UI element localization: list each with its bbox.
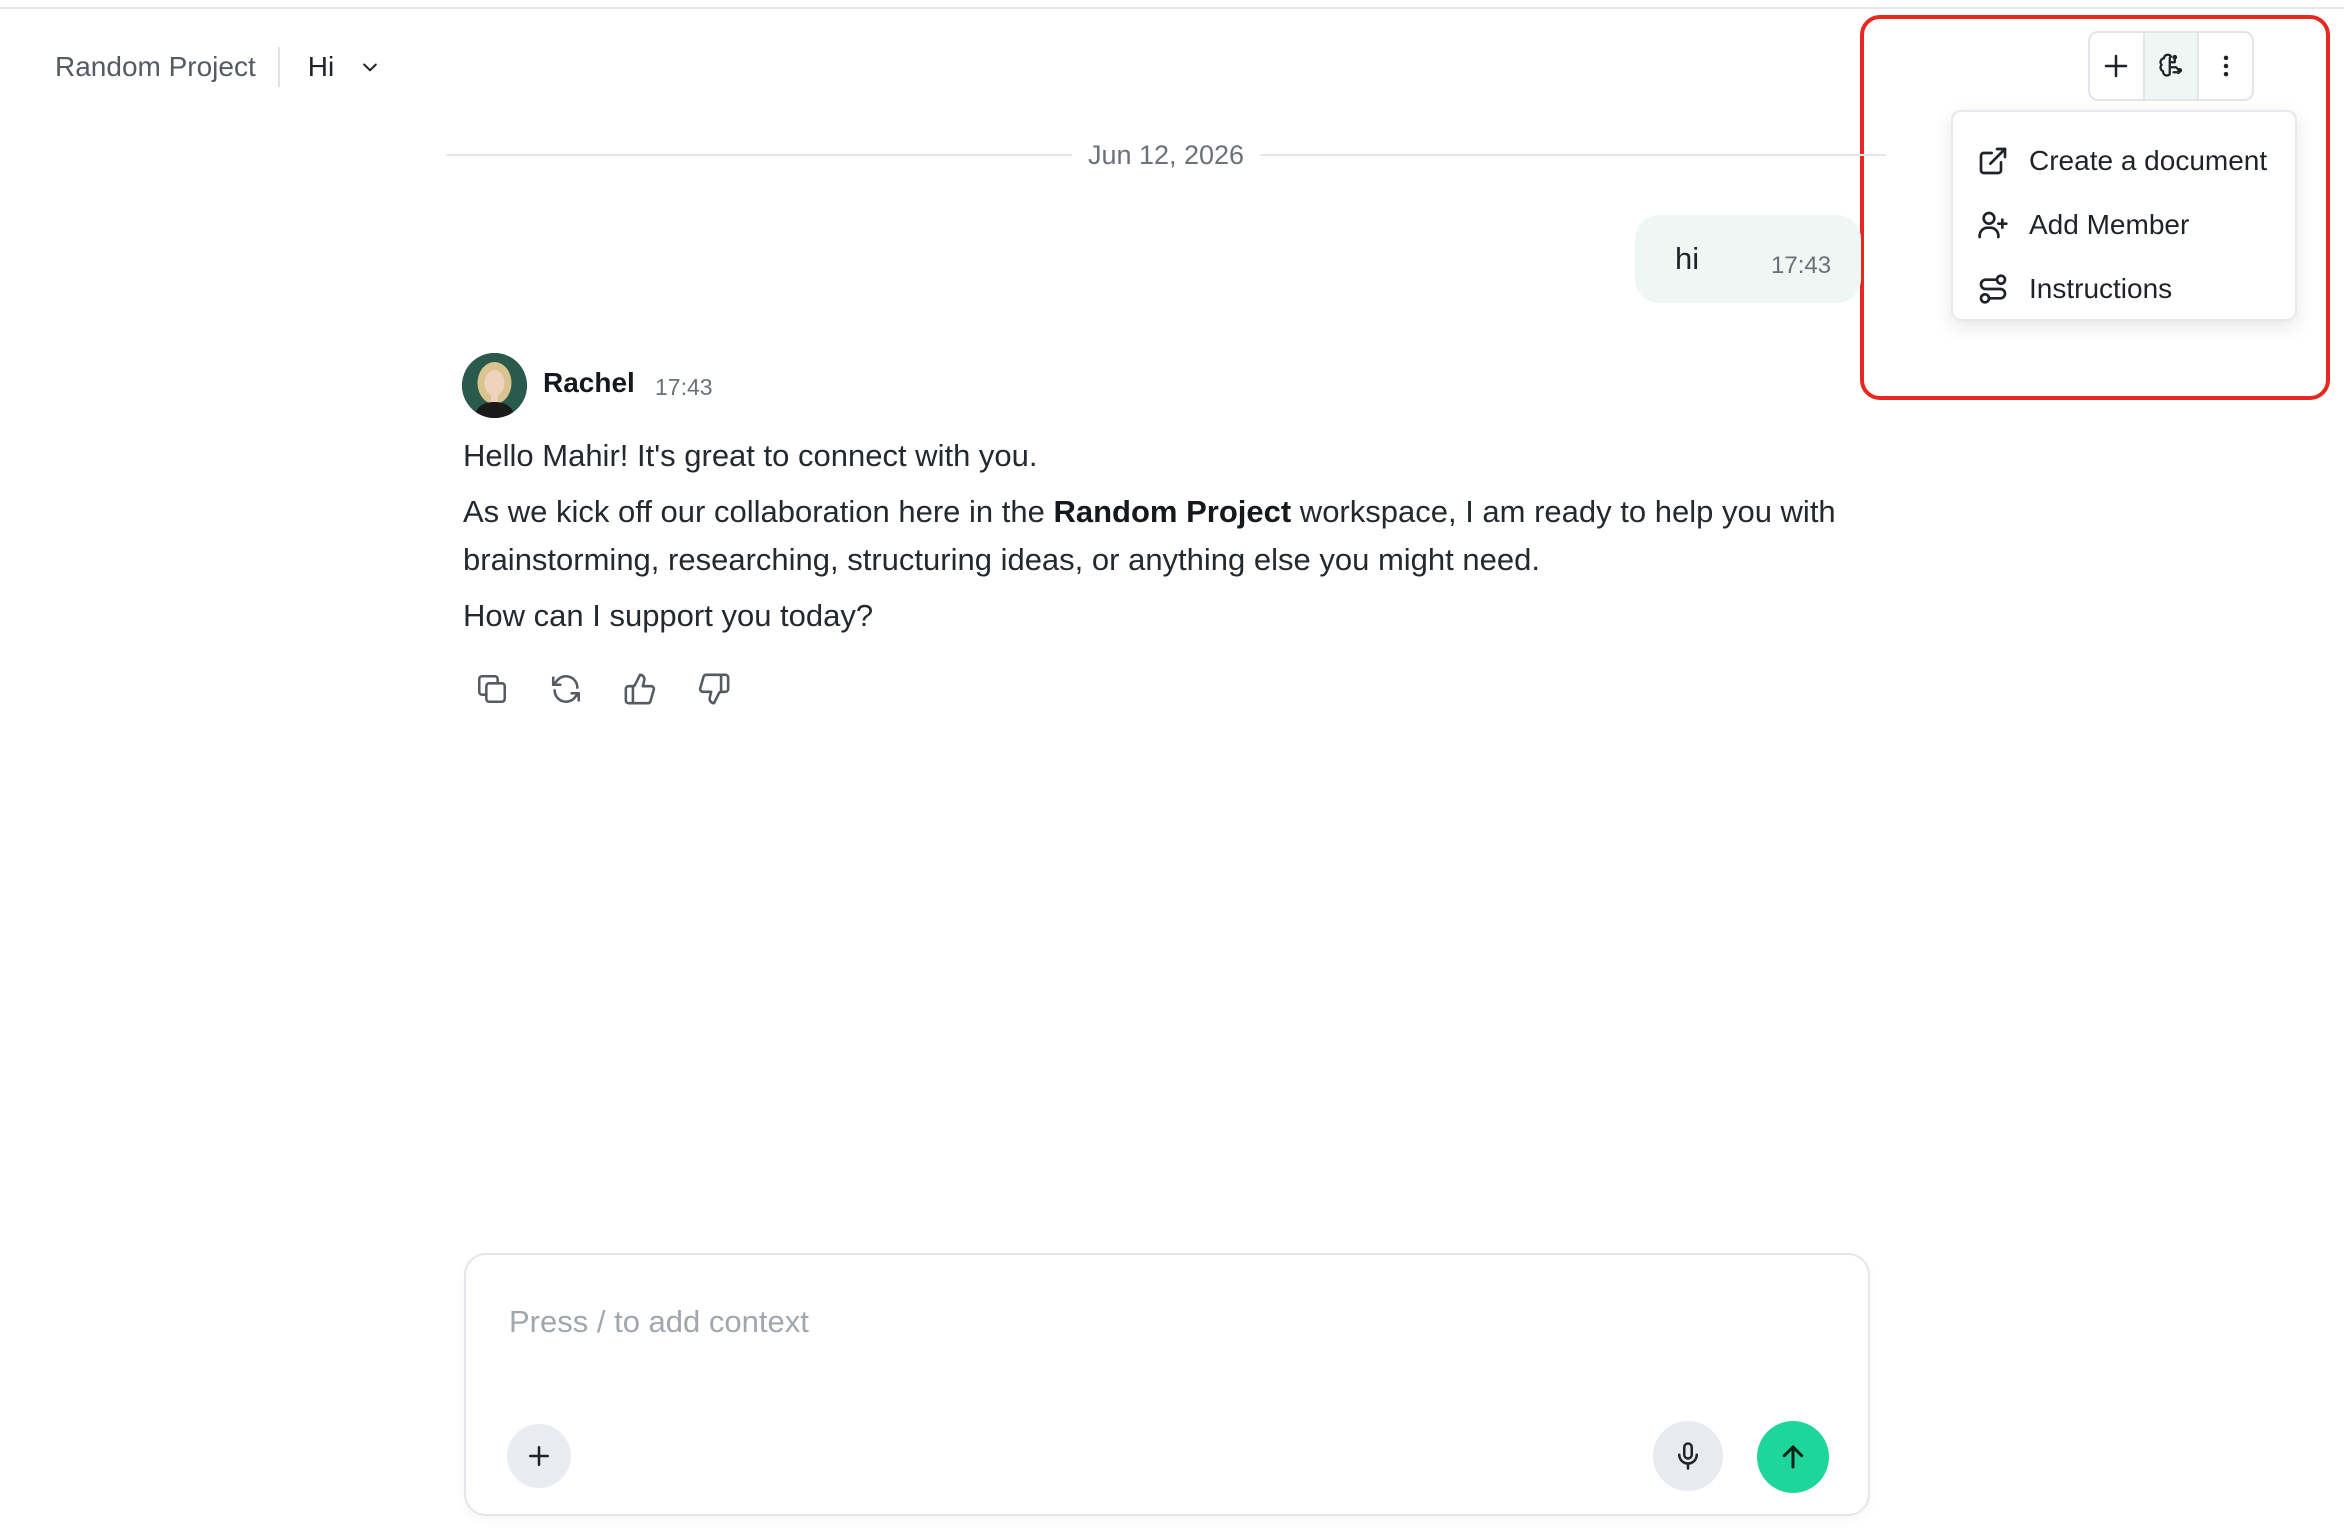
menu-item-instructions[interactable]: Instructions: [1953, 257, 2295, 321]
message-paragraph: Hello Mahir! It's great to connect with …: [463, 438, 1038, 473]
route-icon: [1979, 274, 2007, 304]
arrow-up-icon: [1782, 1445, 1804, 1469]
voice-input-button[interactable]: [1653, 1421, 1723, 1491]
message-paragraph: As we kick off our collaboration here in…: [463, 488, 1883, 584]
chat-title: Hi: [307, 51, 335, 82]
thumbs-down-button[interactable]: [697, 672, 731, 706]
date-line-left: [446, 154, 1072, 156]
header-divider: [277, 47, 280, 87]
thumbs-up-icon: [624, 673, 656, 705]
brain-button[interactable]: [2144, 33, 2200, 99]
avatar: [462, 353, 527, 418]
user-message-bubble: hi 17:43: [1635, 215, 1861, 303]
date-label: Jun 12, 2026: [1087, 139, 1245, 170]
external-link-icon: [1979, 147, 2007, 175]
message-paragraph: How can I support you today?: [463, 598, 874, 633]
user-plus-icon: [1978, 211, 2008, 239]
user-message-text: hi: [1675, 241, 1700, 276]
thumbs-down-icon: [698, 673, 730, 705]
plus-icon: [2105, 54, 2128, 78]
more-options-button[interactable]: [2199, 33, 2252, 99]
menu-item-label: Add Member: [2029, 209, 2190, 240]
add-attachment-button[interactable]: [507, 1424, 571, 1488]
composer-input[interactable]: [509, 1297, 1809, 1347]
menu-item-add-member[interactable]: Add Member: [1953, 193, 2295, 257]
new-chat-button[interactable]: [2090, 33, 2145, 99]
avatar-portrait: [462, 353, 527, 418]
chat-toolbar: [2088, 31, 2254, 101]
chat-header: Random Project Hi: [55, 45, 380, 89]
message-actions: [475, 672, 731, 706]
thumbs-up-button[interactable]: [623, 672, 657, 706]
user-message-time: 17:43: [1771, 252, 1832, 279]
sender-name: Rachel: [543, 367, 635, 398]
plus-icon: [529, 1446, 549, 1466]
more-options-menu: Create a document Add Member Instruction…: [1951, 110, 2297, 321]
project-mention: Random Project: [1053, 494, 1292, 529]
date-line-right: [1260, 154, 1887, 156]
message-text: As we kick off our collaboration here in…: [463, 494, 1054, 529]
project-name[interactable]: Random Project: [55, 51, 256, 83]
assistant-message-time: 17:43: [655, 374, 713, 400]
brain-icon: [2159, 53, 2183, 77]
menu-item-label: Create a document: [2029, 145, 2268, 176]
copy-button[interactable]: [475, 672, 509, 706]
menu-item-label: Instructions: [2029, 273, 2173, 304]
regenerate-button[interactable]: [549, 672, 583, 706]
menu-item-create-document[interactable]: Create a document: [1953, 129, 2295, 193]
chat-title-dropdown[interactable]: Hi: [308, 51, 380, 83]
send-button[interactable]: [1757, 1421, 1829, 1493]
more-vertical-icon: [2223, 55, 2228, 77]
microphone-icon: [1678, 1442, 1698, 1470]
assistant-message-body: Hello Mahir! It's great to connect with …: [463, 432, 1883, 648]
date-separator: Jun 12, 2026: [446, 137, 1887, 173]
chevron-down-icon: [363, 63, 378, 72]
message-composer: [464, 1253, 1870, 1516]
top-border: [0, 0, 2344, 9]
copy-icon: [477, 674, 507, 704]
regenerate-icon: [551, 675, 581, 703]
